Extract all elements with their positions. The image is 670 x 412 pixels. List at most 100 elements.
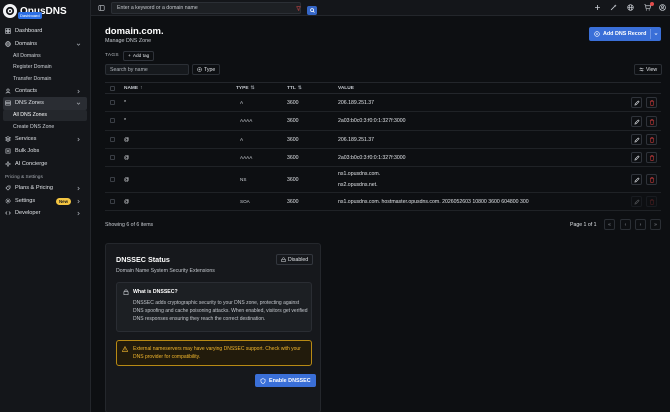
sidebar-item-plans-pricing[interactable]: Plans & Pricing <box>0 182 90 195</box>
last-page-button[interactable]: » <box>650 219 661 230</box>
row-checkbox[interactable] <box>110 199 115 204</box>
record-name: @ <box>124 177 130 183</box>
sidebar-item-settings[interactable]: Settings New <box>0 195 90 208</box>
dnssec-warning: External nameservers may have varying DN… <box>116 340 312 366</box>
record-value: 206.189.251.37 <box>338 137 375 143</box>
user-avatar-icon[interactable] <box>659 4 666 11</box>
filter-icon[interactable] <box>296 6 301 11</box>
add-tag-button[interactable]: + Add tag <box>123 51 155 61</box>
sidebar-sub-all-domains[interactable]: All Domains <box>0 50 90 62</box>
sidebar-item-domains[interactable]: Domains <box>0 38 90 51</box>
sidebar-item-bulk-jobs[interactable]: Bulk Jobs <box>0 145 90 158</box>
sort-asc-icon: ↑ <box>140 86 143 91</box>
column-header-name[interactable]: NAME ↑ <box>124 86 143 91</box>
plus-icon[interactable] <box>594 4 601 11</box>
record-ttl: 3600 <box>287 137 299 143</box>
table-row[interactable]: @ SOA 3600 ns1.opusdns.com. hostmaster.o… <box>105 193 661 211</box>
services-icon <box>5 136 11 142</box>
globe-icon[interactable] <box>627 4 634 11</box>
edit-record-button[interactable] <box>631 152 642 163</box>
delete-record-button[interactable] <box>646 174 657 185</box>
prev-page-button[interactable]: ‹ <box>620 219 631 230</box>
delete-record-button[interactable] <box>646 134 657 145</box>
logo[interactable]: OpusDNS Dashboard <box>0 0 90 22</box>
sidebar-item-contacts[interactable]: Contacts <box>0 85 90 98</box>
add-dns-record-button[interactable]: Add DNS Record <box>589 27 661 41</box>
sidebar-item-services[interactable]: Services <box>0 133 90 146</box>
table-row[interactable]: @ AAAA 3600 2a03:b0c0:3:f0:0:1:327f:3000 <box>105 149 661 167</box>
lock-icon <box>281 257 286 262</box>
record-ttl: 3600 <box>287 177 299 183</box>
next-page-button[interactable]: › <box>635 219 646 230</box>
view-label: View <box>646 66 658 73</box>
magic-wand-icon[interactable] <box>610 4 617 11</box>
chevron-right-icon <box>77 137 80 141</box>
table-header: NAME ↑ TYPE ⇅ TTL ⇅ VALUE <box>105 83 661 94</box>
row-checkbox[interactable] <box>110 100 115 105</box>
record-type: NS <box>240 177 247 182</box>
add-tag-label: Add tag <box>132 53 150 59</box>
select-all-checkbox[interactable] <box>110 86 115 91</box>
trash-icon <box>649 118 654 125</box>
delete-record-button[interactable] <box>646 152 657 163</box>
row-checkbox[interactable] <box>110 177 115 182</box>
column-header-value: VALUE <box>338 86 354 91</box>
record-search-input[interactable] <box>105 64 189 75</box>
chevron-down-icon[interactable] <box>654 32 658 36</box>
record-ttl: 3600 <box>287 100 299 106</box>
dns-records-table: NAME ↑ TYPE ⇅ TTL ⇅ VALUE * A 3600 206.189.… <box>105 82 661 211</box>
globe-icon <box>5 41 11 47</box>
column-label: TTL <box>287 86 296 91</box>
type-filter-label: Type <box>204 66 216 73</box>
record-name: @ <box>124 155 130 161</box>
server-icon <box>5 100 11 106</box>
view-options-button[interactable]: View <box>634 64 663 75</box>
sidebar-toggle-icon[interactable] <box>98 5 105 11</box>
bulk-jobs-icon <box>5 148 11 154</box>
pencil-icon <box>633 136 640 143</box>
search-button[interactable] <box>307 6 317 15</box>
search-input[interactable] <box>112 3 272 13</box>
first-page-button[interactable]: « <box>604 219 615 230</box>
edit-record-button[interactable] <box>631 97 642 108</box>
table-row[interactable]: * A 3600 206.189.251.37 <box>105 94 661 112</box>
sidebar-sub-all-dns-zones[interactable]: All DNS Zones <box>3 109 87 121</box>
edit-record-button <box>631 196 642 207</box>
sidebar-item-dns-zones[interactable]: DNS Zones <box>3 97 87 110</box>
sidebar-item-developer[interactable]: Developer <box>0 207 90 220</box>
main-content: domain.com. Manage DNS Zone Add DNS Reco… <box>91 16 670 412</box>
delete-record-button[interactable] <box>646 116 657 127</box>
sidebar-sub-transfer-domain[interactable]: Transfer Domain <box>0 73 90 85</box>
sidebar-item-ai-concierge[interactable]: AI Concierge <box>0 158 90 171</box>
edit-record-button[interactable] <box>631 134 642 145</box>
dashboard-icon <box>5 28 11 34</box>
table-row[interactable]: @ A 3600 206.189.251.37 <box>105 131 661 149</box>
column-header-ttl[interactable]: TTL ⇅ <box>287 86 302 91</box>
type-filter-button[interactable]: Type <box>192 64 221 75</box>
enable-dnssec-button[interactable]: Enable DNSSEC <box>255 374 316 387</box>
sidebar-item-dashboard[interactable]: Dashboard <box>0 25 90 38</box>
sidebar-sub-create-dns-zone[interactable]: Create DNS Zone <box>0 121 90 133</box>
sidebar-item-label: Services <box>15 135 37 142</box>
column-header-type[interactable]: TYPE ⇅ <box>236 86 255 91</box>
dnssec-info-text: DNSSEC adds cryptographic security to yo… <box>133 300 308 322</box>
double-chevron-right-icon: » <box>654 221 657 228</box>
trash-icon <box>649 198 654 205</box>
row-checkbox[interactable] <box>110 155 115 160</box>
dnssec-status-label: Disabled <box>288 256 309 263</box>
sidebar-section-label: Pricing & Settings <box>5 175 43 180</box>
delete-record-button[interactable] <box>646 97 657 108</box>
dnssec-info-box: What is DNSSEC? DNSSEC adds cryptographi… <box>116 282 312 332</box>
row-checkbox[interactable] <box>110 137 115 142</box>
edit-record-button[interactable] <box>631 116 642 127</box>
sidebar-nav: Dashboard Domains All Domains Register D… <box>0 22 90 220</box>
edit-record-button[interactable] <box>631 174 642 185</box>
sidebar-item-label: Developer <box>15 210 41 217</box>
table-row[interactable]: @ NS 3600 ns1.opusdns.com. ns2.opusdns.n… <box>105 167 661 193</box>
row-checkbox[interactable] <box>110 118 115 123</box>
dashboard-badge: Dashboard <box>18 12 42 19</box>
column-label: NAME <box>124 86 139 91</box>
sort-icon: ⇅ <box>250 86 255 91</box>
sidebar-sub-register-domain[interactable]: Register Domain <box>0 62 90 74</box>
table-row[interactable]: * AAAA 3600 2a03:b0c0:3:f0:0:1:327f:3000 <box>105 112 661 131</box>
